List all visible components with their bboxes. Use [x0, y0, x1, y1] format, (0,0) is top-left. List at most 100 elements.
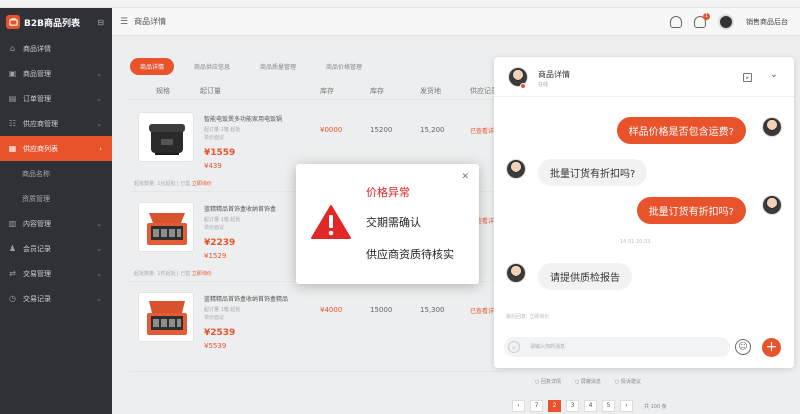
minimize-icon[interactable]: ▸ [743, 73, 752, 82]
product-name[interactable]: 智能电饭煲多功能家用电饭锅 [204, 114, 324, 123]
col-ship: 发货地 [420, 87, 441, 95]
sidebar-item-label: 资质管理 [22, 194, 50, 203]
tab-detail[interactable]: 商品详情 [130, 58, 175, 75]
sidebar-item-label: 商品详情 [23, 44, 51, 53]
avatar [762, 195, 782, 215]
product-price: ¥1559 [204, 148, 236, 158]
inquiry-link[interactable]: 立即询价 [192, 271, 212, 277]
voice-icon[interactable]: ◎ [508, 341, 520, 353]
footer-link[interactable]: ○ 屏蔽消息 [575, 378, 601, 385]
content-icon: ▥ [8, 219, 17, 228]
logo-icon [6, 15, 20, 29]
chat-title: 商品详情 [538, 70, 570, 79]
dialog-title: 价格异常 [366, 186, 410, 199]
product-image-jewelry-box[interactable] [138, 202, 194, 252]
page-button[interactable]: 4 [584, 400, 597, 412]
sidebar-item-7[interactable]: ▥ 内容管理 ⌄ [0, 211, 112, 236]
tab-supply[interactable]: 商品供应信息 [184, 58, 240, 75]
avatar [506, 263, 526, 283]
product-image-rice-cooker[interactable] [138, 112, 194, 162]
sidebar-item-9[interactable]: ⇄ 交易管理 ⌄ [0, 261, 112, 286]
chevron-down-icon: ⌄ [96, 294, 102, 303]
alert-dialog: ✕ 价格异常 交期需确认 供应商资质待核实 [296, 164, 479, 284]
box-icon: ▣ [8, 69, 17, 78]
page-button[interactable]: 3 [566, 400, 579, 412]
chevron-down-icon: ⌄ [96, 69, 102, 78]
sidebar-item-label: 商品名称 [22, 169, 50, 178]
system-line: 最后回复: 立即询价 [506, 314, 550, 320]
sidebar-item-label: 订单管理 [23, 94, 51, 103]
pager-info: 共 100 条 [644, 403, 667, 410]
page-button[interactable]: 5 [602, 400, 615, 412]
users-icon: ☷ [8, 119, 17, 128]
chevron-down-icon[interactable]: ⌄ [770, 69, 778, 80]
doc-icon: ▤ [8, 94, 17, 103]
brand[interactable]: B2B商品列表 ⊟ [0, 8, 112, 36]
product-price: ¥2239 [204, 238, 236, 248]
page-next[interactable]: › [620, 400, 633, 412]
warning-icon [311, 205, 351, 239]
sidebar-item-5[interactable]: 商品名称 [0, 161, 112, 186]
sidebar-item-1[interactable]: ▣ 商品管理 ⌄ [0, 61, 112, 86]
sidebar-item-0[interactable]: ⌂ 商品详情 [0, 36, 112, 61]
bell-icon[interactable] [670, 15, 682, 28]
tab-quality[interactable]: 商品质量管理 [250, 58, 306, 75]
avatar[interactable] [718, 13, 734, 30]
collapse-icon[interactable]: ⊟ [97, 18, 104, 27]
page-button[interactable]: 7 [530, 400, 543, 412]
page-button-active[interactable]: 2 [548, 400, 561, 412]
product-meta: 起订量 1箱 起批 [204, 217, 241, 223]
sidebar-item-10[interactable]: ◷ 交易记录 ⌄ [0, 286, 112, 311]
tab-bar: 商品详情 商品供应信息 商品质量管理 商品价格管理 [130, 58, 372, 75]
message-incoming: 请提供质检报告 [538, 263, 632, 290]
sidebar-item-6[interactable]: 资质管理 [0, 186, 112, 211]
menu-icon[interactable]: ☰ [120, 17, 128, 27]
chat-header: 商品详情 在线 ▸ ⌄ [494, 57, 794, 97]
chevron-right-icon: › [99, 144, 102, 153]
sidebar-item-2[interactable]: ▤ 订单管理 ⌄ [0, 86, 112, 111]
message-input[interactable]: ◎ 请输入你的消息 [504, 337, 730, 357]
sidebar-item-label: 交易管理 [23, 269, 51, 278]
tab-price[interactable]: 商品价格管理 [316, 58, 372, 75]
emoji-icon[interactable]: ☺ [735, 339, 751, 355]
stock-value: ¥4000 [320, 306, 343, 314]
chat-panel: 商品详情 在线 ▸ ⌄ 样品价格是否包含运费? 批量订货有折扣吗? 批量订货有折… [494, 57, 794, 368]
page-prev[interactable]: ‹ [512, 400, 525, 412]
col-stock-a: 库存 [320, 87, 334, 95]
pagination: ‹ 7 2 3 4 5 › 共 100 条 [512, 400, 667, 412]
sidebar-item-label: 商品管理 [23, 69, 51, 78]
footer-links: ○ 回复详情 ○ 屏蔽消息 ○ 投诉建议 [535, 378, 641, 385]
col-stock-b: 库存 [370, 87, 384, 95]
add-button[interactable]: + [762, 338, 781, 357]
row-footer: 起批数量: 1台起批 | 已售 立即询价 [134, 181, 212, 187]
product-price-secondary: ¥439 [204, 162, 222, 170]
product-price: ¥2539 [204, 328, 236, 338]
chevron-down-icon: ⌄ [96, 269, 102, 278]
product-name[interactable]: 蓝精精品首饰盒收纳首饰盒精品 [204, 294, 324, 303]
list-icon: ▦ [8, 144, 17, 153]
sidebar-item-label: 会员记录 [23, 244, 51, 253]
chat-status: 在线 [538, 82, 549, 88]
product-image-jewelry-box[interactable] [138, 292, 194, 342]
sidebar-item-label: 供应商列表 [23, 144, 58, 153]
table-row[interactable]: 蓝精精品首饰盒收纳首饰盒精品 起订量 1箱 起批 单价面议 ¥2539 ¥553… [130, 282, 506, 372]
sidebar-item-4[interactable]: ▦ 供应商列表 › [0, 136, 112, 161]
product-price-secondary: ¥1529 [204, 252, 227, 260]
product-meta: 单价面议 [204, 135, 225, 141]
message-outgoing: 样品价格是否包含运费? [616, 117, 746, 144]
footer-link[interactable]: ○ 投诉建议 [615, 378, 641, 385]
footer-link[interactable]: ○ 回复详情 [535, 378, 561, 385]
page-title: 商品详情 [134, 17, 167, 26]
sidebar-item-8[interactable]: ♟ 会员记录 ⌄ [0, 236, 112, 261]
app-title: B2B商品列表 [24, 18, 80, 29]
close-icon[interactable]: ✕ [461, 172, 469, 182]
sidebar-item-3[interactable]: ☷ 供应商管理 ⌄ [0, 111, 112, 136]
notification-badge: 1 [703, 12, 710, 20]
username[interactable]: 销售商品后台 [746, 17, 788, 27]
col-spec: 规格 [156, 87, 170, 95]
sidebar-item-label: 内容管理 [23, 219, 51, 228]
chevron-down-icon: ⌄ [96, 219, 102, 228]
sidebar-item-label: 交易记录 [23, 294, 51, 303]
inquiry-link[interactable]: 立即询价 [192, 181, 212, 187]
notification-icon[interactable]: 1 [694, 12, 710, 28]
